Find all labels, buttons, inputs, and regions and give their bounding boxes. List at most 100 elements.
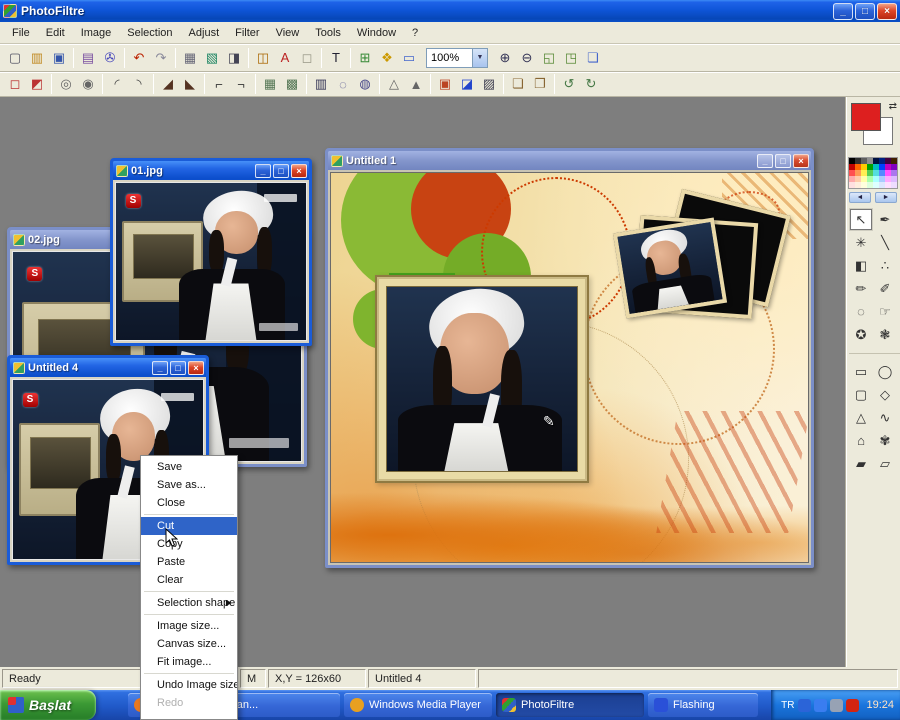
tray-display-icon[interactable] (830, 698, 844, 712)
context-menu-undo-image-size[interactable]: Undo Image size (141, 676, 237, 694)
advanced-brush-tool[interactable]: ✐ (874, 278, 896, 299)
darken-corner-button[interactable]: ◢ (157, 73, 179, 95)
rotate-right-button[interactable]: ↻ (580, 73, 602, 95)
fill-tool[interactable]: ◧ (850, 255, 872, 276)
maximize-button[interactable]: □ (273, 163, 289, 178)
screen-capture-button[interactable]: ▭ (398, 47, 420, 69)
palette-next-button[interactable]: ► (875, 192, 897, 203)
language-indicator[interactable]: TR (781, 700, 794, 711)
lighten-corner-button[interactable]: ◣ (179, 73, 201, 95)
zoom-level-select[interactable]: 100% ▼ (426, 47, 488, 68)
taskbar-button-2[interactable]: PhotoFiltre (496, 693, 644, 717)
shape-freehand-tool[interactable]: ✾ (874, 430, 896, 451)
foreground-color-swatch[interactable] (851, 103, 881, 131)
maximize-button[interactable]: □ (775, 153, 791, 168)
auto-contrast-button[interactable]: ▧ (201, 47, 223, 69)
deform-tool[interactable]: ❃ (874, 324, 896, 345)
auto-levels-button[interactable]: ▦ (179, 47, 201, 69)
airbrush-tool[interactable]: ∴ (874, 255, 896, 276)
menu-filter[interactable]: Filter (227, 24, 267, 42)
context-menu-clear[interactable]: Clear (141, 571, 237, 589)
start-button[interactable]: Başlat (0, 690, 96, 720)
context-menu-image-size[interactable]: Image size... (141, 617, 237, 635)
pointer-tool[interactable]: ↖ (850, 209, 872, 230)
taskbar-button-1[interactable]: Windows Media Player (344, 693, 492, 717)
page-next-button[interactable]: ❐ (529, 73, 551, 95)
shape-lasso-tool[interactable]: ∿ (874, 407, 896, 428)
line-tool[interactable]: ╲ (874, 232, 896, 253)
taskbar-button-3[interactable]: Flashing (648, 693, 758, 717)
undo-button[interactable]: ↶ (128, 47, 150, 69)
context-menu-cut[interactable]: Cut (141, 517, 237, 535)
menu-tools[interactable]: Tools (307, 24, 349, 42)
menu-window[interactable]: Window (349, 24, 404, 42)
minimize-button[interactable]: _ (152, 360, 168, 375)
photomask-button[interactable]: ❖ (376, 47, 398, 69)
texture-pattern-2-button[interactable]: ▩ (281, 73, 303, 95)
new-document-button[interactable]: ▢ (4, 47, 26, 69)
zoom-fit-window-button[interactable]: ◳ (560, 47, 582, 69)
show-selection-button[interactable]: ◻ (4, 73, 26, 95)
shape-polygon-tool[interactable]: ⌂ (850, 430, 872, 451)
palette-color-39[interactable] (891, 182, 897, 188)
menu-view[interactable]: View (268, 24, 308, 42)
minimize-button[interactable]: _ (757, 153, 773, 168)
zoom-fit-image-button[interactable]: ◱ (538, 47, 560, 69)
scroll-tool[interactable]: ▰ (850, 453, 872, 474)
corner-radius-minus-button[interactable]: ⌐ (208, 73, 230, 95)
palette-prev-button[interactable]: ◄ (849, 192, 871, 203)
tray-antivirus-icon[interactable] (846, 698, 860, 712)
document-window-untitled1[interactable]: Untitled 1 _ □ × ✎ (325, 148, 814, 568)
smudge-tool[interactable]: ☞ (874, 301, 896, 322)
menu-edit[interactable]: Edit (38, 24, 73, 42)
blur-less-button[interactable]: ◌ (332, 73, 354, 95)
context-menu-close[interactable]: Close (141, 494, 237, 512)
smooth-selection-right-button[interactable]: ◝ (128, 73, 150, 95)
contract-selection-button[interactable]: ◎ (55, 73, 77, 95)
menu-adjust[interactable]: Adjust (181, 24, 228, 42)
menu-help[interactable]: ? (404, 24, 426, 42)
close-button[interactable]: × (877, 2, 897, 20)
histogram-button[interactable]: ▥ (310, 73, 332, 95)
context-menu-paste[interactable]: Paste (141, 553, 237, 571)
swap-colors-icon[interactable]: ⇄ (889, 101, 897, 112)
collage-canvas[interactable]: ✎ (330, 172, 809, 563)
zoom-in-button[interactable]: ⊕ (494, 47, 516, 69)
emboss-button[interactable]: ▨ (478, 73, 500, 95)
photomask-quick-button[interactable]: ◪ (456, 73, 478, 95)
corner-radius-plus-button[interactable]: ¬ (230, 73, 252, 95)
grayscale-mode-button[interactable]: ◨ (223, 47, 245, 69)
context-menu-fit-image[interactable]: Fit image... (141, 653, 237, 671)
magic-wand-tool[interactable]: ✳ (850, 232, 872, 253)
shape-ellipse-tool[interactable]: ◯ (874, 361, 896, 382)
context-menu-save[interactable]: Save (141, 458, 237, 476)
tray-moon-icon[interactable] (798, 698, 812, 712)
paintbrush-tool[interactable]: ✏ (850, 278, 872, 299)
context-menu-canvas-size[interactable]: Canvas size... (141, 635, 237, 653)
context-menu-save-as[interactable]: Save as... (141, 476, 237, 494)
crop-tool[interactable]: ▱ (874, 453, 896, 474)
menu-file[interactable]: File (4, 24, 38, 42)
clone-stamp-tool[interactable]: ✪ (850, 324, 872, 345)
invert-selection-button[interactable]: ◩ (26, 73, 48, 95)
close-button[interactable]: × (793, 153, 809, 168)
maximize-button[interactable]: □ (170, 360, 186, 375)
explorer-button[interactable]: ⊞ (354, 47, 376, 69)
context-menu-copy[interactable]: Copy (141, 535, 237, 553)
texture-pattern-1-button[interactable]: ▦ (259, 73, 281, 95)
rotate-left-button[interactable]: ↺ (558, 73, 580, 95)
smooth-selection-left-button[interactable]: ◜ (106, 73, 128, 95)
zoom-out-button[interactable]: ⊖ (516, 47, 538, 69)
blur-tool[interactable]: ◌ (850, 301, 872, 322)
print-button[interactable]: ▤ (77, 47, 99, 69)
shape-rounded-rect-tool[interactable]: ▢ (850, 384, 872, 405)
tray-messenger-icon[interactable] (814, 698, 828, 712)
darken-tool-button[interactable]: ▲ (405, 73, 427, 95)
open-folder-button[interactable]: ▥ (26, 47, 48, 69)
clock[interactable]: 19:24 (866, 699, 894, 711)
close-button[interactable]: × (291, 163, 307, 178)
selection-mode-button[interactable]: ◻ (296, 47, 318, 69)
expand-selection-button[interactable]: ◉ (77, 73, 99, 95)
chevron-down-icon[interactable]: ▼ (472, 48, 487, 67)
shape-diamond-tool[interactable]: ◇ (874, 384, 896, 405)
